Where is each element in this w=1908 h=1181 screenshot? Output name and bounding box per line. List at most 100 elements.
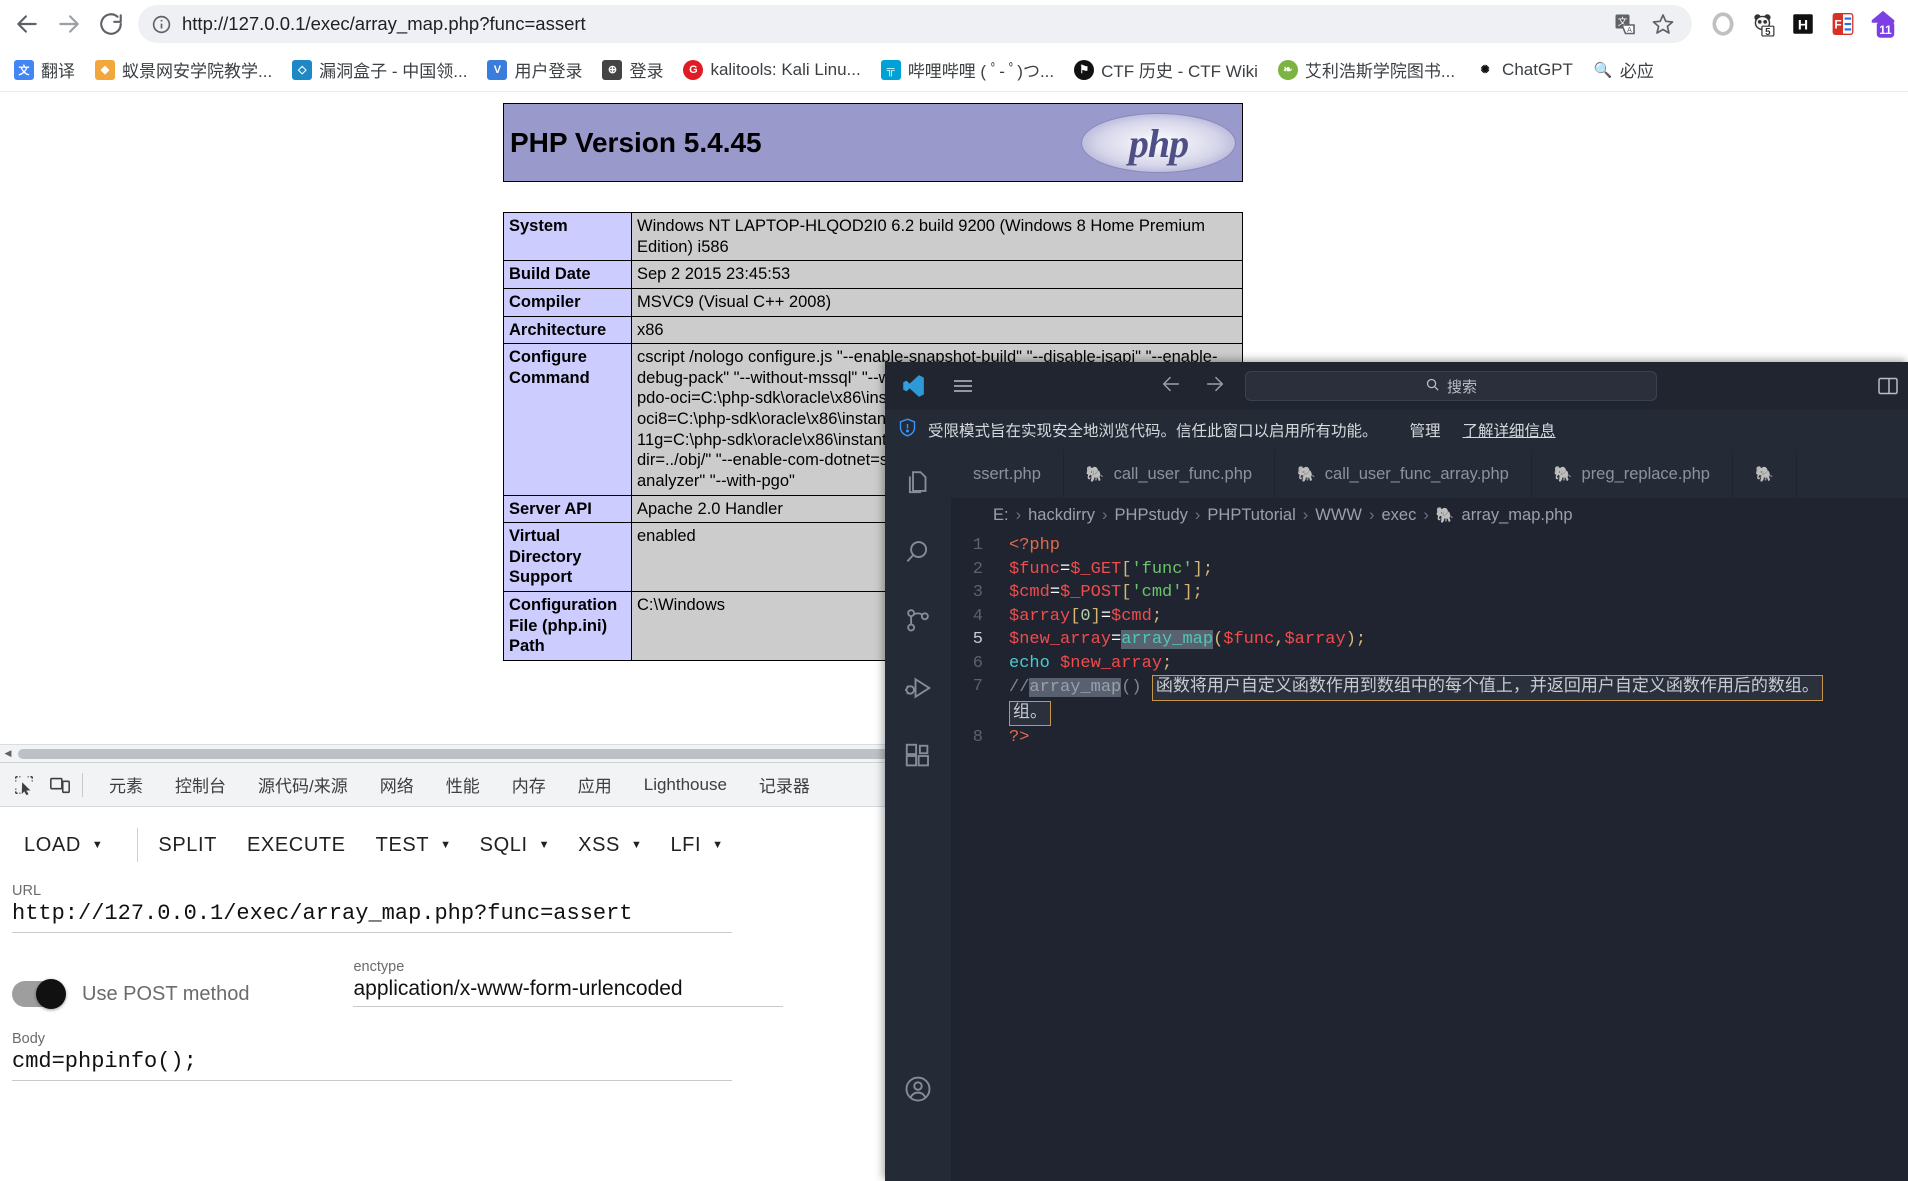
device-toolbar-icon[interactable] (42, 769, 78, 801)
load-button[interactable]: LOAD ▼ (22, 830, 103, 861)
manage-link[interactable]: 管理 (1410, 419, 1441, 441)
chevron-down-icon[interactable]: ▼ (539, 839, 551, 851)
execute-button[interactable]: EXECUTE (245, 830, 348, 861)
editor-tab[interactable]: 🐘 preg_replace.php (1531, 450, 1733, 498)
use-post-method-toggle[interactable] (12, 979, 66, 1009)
bookmark-item[interactable]: ◆ 蚁景网安学院教学... (87, 54, 280, 85)
bookmark-item[interactable]: ◇ 漏洞盒子 - 中国领... (284, 54, 475, 85)
reload-icon[interactable] (90, 3, 132, 45)
run-and-debug-icon[interactable] (898, 668, 938, 708)
address-bar[interactable]: http://127.0.0.1/exec/array_map.php?func… (138, 5, 1692, 43)
breadcrumb-item[interactable]: exec (1381, 506, 1416, 525)
scroll-left-icon[interactable]: ◀ (0, 748, 16, 759)
chevron-down-icon[interactable]: ▼ (631, 839, 643, 851)
bookmark-item[interactable]: ✺ ChatGPT (1467, 57, 1581, 83)
body-input[interactable]: cmd=phpinfo(); (12, 1049, 732, 1081)
tab-memory[interactable]: 内存 (496, 772, 562, 797)
hover-tooltip: 函数将用户自定义函数作用到数组中的每个值上，并返回用户自定义函数作用后的数组。 (1151, 675, 1823, 701)
tab-sources[interactable]: 源代码/来源 (242, 772, 364, 797)
load-label: LOAD (24, 833, 81, 856)
url-input[interactable]: http://127.0.0.1/exec/array_map.php?func… (12, 901, 732, 933)
toggle-panel-icon[interactable] (1876, 374, 1900, 403)
tab-lighthouse[interactable]: Lighthouse (628, 775, 743, 795)
tab-elements[interactable]: 元素 (93, 772, 159, 797)
tab-application[interactable]: 应用 (562, 772, 628, 797)
extension-hackbar-icon[interactable]: H (1788, 9, 1818, 39)
tab-recorder[interactable]: 记录器 (743, 772, 826, 797)
bookmark-item[interactable]: ⚑ CTF 历史 - CTF Wiki (1066, 54, 1266, 85)
xss-button[interactable]: XSS ▼ (576, 830, 642, 861)
bookmark-item[interactable]: V 用户登录 (479, 54, 590, 85)
breadcrumb-item[interactable]: array_map.php (1462, 506, 1573, 525)
back-arrow-icon[interactable] (6, 3, 48, 45)
chevron-down-icon[interactable]: ▼ (440, 839, 452, 851)
bookmark-item[interactable]: ╦ 哔哩哔哩 ( ﾟ- ﾟ)つ... (873, 54, 1062, 85)
phpinfo-header: PHP Version 5.4.45 php (503, 103, 1243, 182)
bookmark-item[interactable]: ❧ 艾利浩斯学院图书... (1270, 54, 1463, 85)
extensions-icon[interactable] (898, 736, 938, 776)
chevron-right-icon: › (1102, 505, 1108, 524)
breadcrumb-item[interactable]: WWW (1315, 506, 1362, 525)
editor-tab[interactable]: 🐘 call_user_func.php (1063, 450, 1276, 498)
divider (82, 772, 83, 797)
bookmark-item[interactable]: 🔍 必应 (1585, 54, 1662, 85)
editor-tab[interactable]: 🐘 (1732, 450, 1797, 498)
source-control-icon[interactable] (898, 600, 938, 640)
breadcrumb-item[interactable]: hackdirry (1028, 506, 1095, 525)
extension-foxyproxy-icon[interactable]: F (1828, 9, 1858, 39)
php-logo-text: php (1128, 120, 1189, 166)
tab-performance[interactable]: 性能 (430, 772, 496, 797)
account-icon[interactable] (898, 1069, 938, 1109)
tab-console[interactable]: 控制台 (159, 772, 242, 797)
translate-icon[interactable]: 文A (1608, 7, 1642, 41)
bookmark-label: 登录 (629, 62, 664, 81)
bookmark-item[interactable]: ⊕ 登录 (594, 54, 671, 85)
bookmark-label: 必应 (1619, 62, 1654, 81)
editor-back-icon[interactable] (1160, 373, 1182, 400)
php-file-icon: 🐘 (1085, 466, 1105, 483)
extension-panda-icon[interactable]: 5 (1748, 9, 1778, 39)
learn-more-link[interactable]: 了解详细信息 (1463, 419, 1556, 441)
star-icon[interactable] (1646, 7, 1680, 41)
editor-forward-icon[interactable] (1204, 373, 1226, 400)
breadcrumb-item[interactable]: E: (993, 506, 1009, 525)
enctype-label: enctype (353, 959, 405, 975)
hamburger-menu-icon[interactable] (941, 374, 985, 398)
bookmark-item[interactable]: 文翻译 (6, 54, 83, 85)
code-editor[interactable]: 1 <?php 2 $func=$_GET['func']; 3 $cmd=$_… (951, 532, 1908, 1181)
site-info-icon[interactable] (148, 11, 174, 37)
php-file-icon: 🐘 (1297, 466, 1316, 483)
vscode-body: ssert.php 🐘 call_user_func.php 🐘 call_us… (885, 450, 1908, 1181)
editor-tab[interactable]: ssert.php (951, 450, 1064, 498)
extension-ring-icon[interactable] (1708, 9, 1738, 39)
bookmark-label: 翻译 (41, 62, 75, 81)
tab-network[interactable]: 网络 (364, 772, 430, 797)
table-cell-value: MSVC9 (Visual C++ 2008) (631, 287, 1243, 317)
breadcrumb-item[interactable]: PHPstudy (1115, 506, 1188, 525)
test-button[interactable]: TEST ▼ (374, 830, 452, 861)
php-file-icon: 🐘 (1754, 466, 1774, 483)
explorer-files-icon[interactable] (898, 464, 938, 504)
split-button[interactable]: SPLIT (156, 830, 219, 861)
search-icon[interactable] (898, 532, 938, 572)
extensions-area: 5 H F 11 (1700, 9, 1908, 39)
shield-warning-icon (897, 417, 918, 443)
code-text: $cmd=$_POST['cmd']; (1009, 583, 1203, 602)
command-search-box[interactable]: 搜索 (1245, 371, 1657, 401)
bookmark-item[interactable]: Gkalitools: Kali Linu... (675, 57, 868, 83)
enctype-input[interactable]: application/x-www-form-urlencoded (353, 977, 784, 1007)
restricted-mode-text: 受限模式旨在实现安全地浏览代码。信任此窗口以启用所有功能。 (928, 423, 1378, 440)
lfi-button[interactable]: LFI ▼ (668, 830, 723, 861)
inspect-element-icon[interactable] (6, 769, 42, 801)
breadcrumb-item[interactable]: PHPTutorial (1207, 506, 1295, 525)
editor-tab[interactable]: 🐘 call_user_func_array.php (1275, 450, 1532, 498)
browser-toolbar: http://127.0.0.1/exec/array_map.php?func… (0, 0, 1908, 48)
chevron-down-icon[interactable]: ▼ (92, 839, 104, 851)
forward-arrow-icon[interactable] (48, 3, 90, 45)
chevron-down-icon[interactable]: ▼ (712, 839, 724, 851)
line-number: 5 (972, 630, 983, 649)
vscode-window: 搜索 受限模式旨在实现安全地浏览代码。信任此窗口以启用所有功能。 管理 了解详细… (885, 362, 1908, 1181)
globe-icon: ⊕ (602, 59, 623, 80)
extension-profile-icon[interactable]: 11 (1868, 9, 1898, 39)
sqli-button[interactable]: SQLI ▼ (478, 830, 550, 861)
